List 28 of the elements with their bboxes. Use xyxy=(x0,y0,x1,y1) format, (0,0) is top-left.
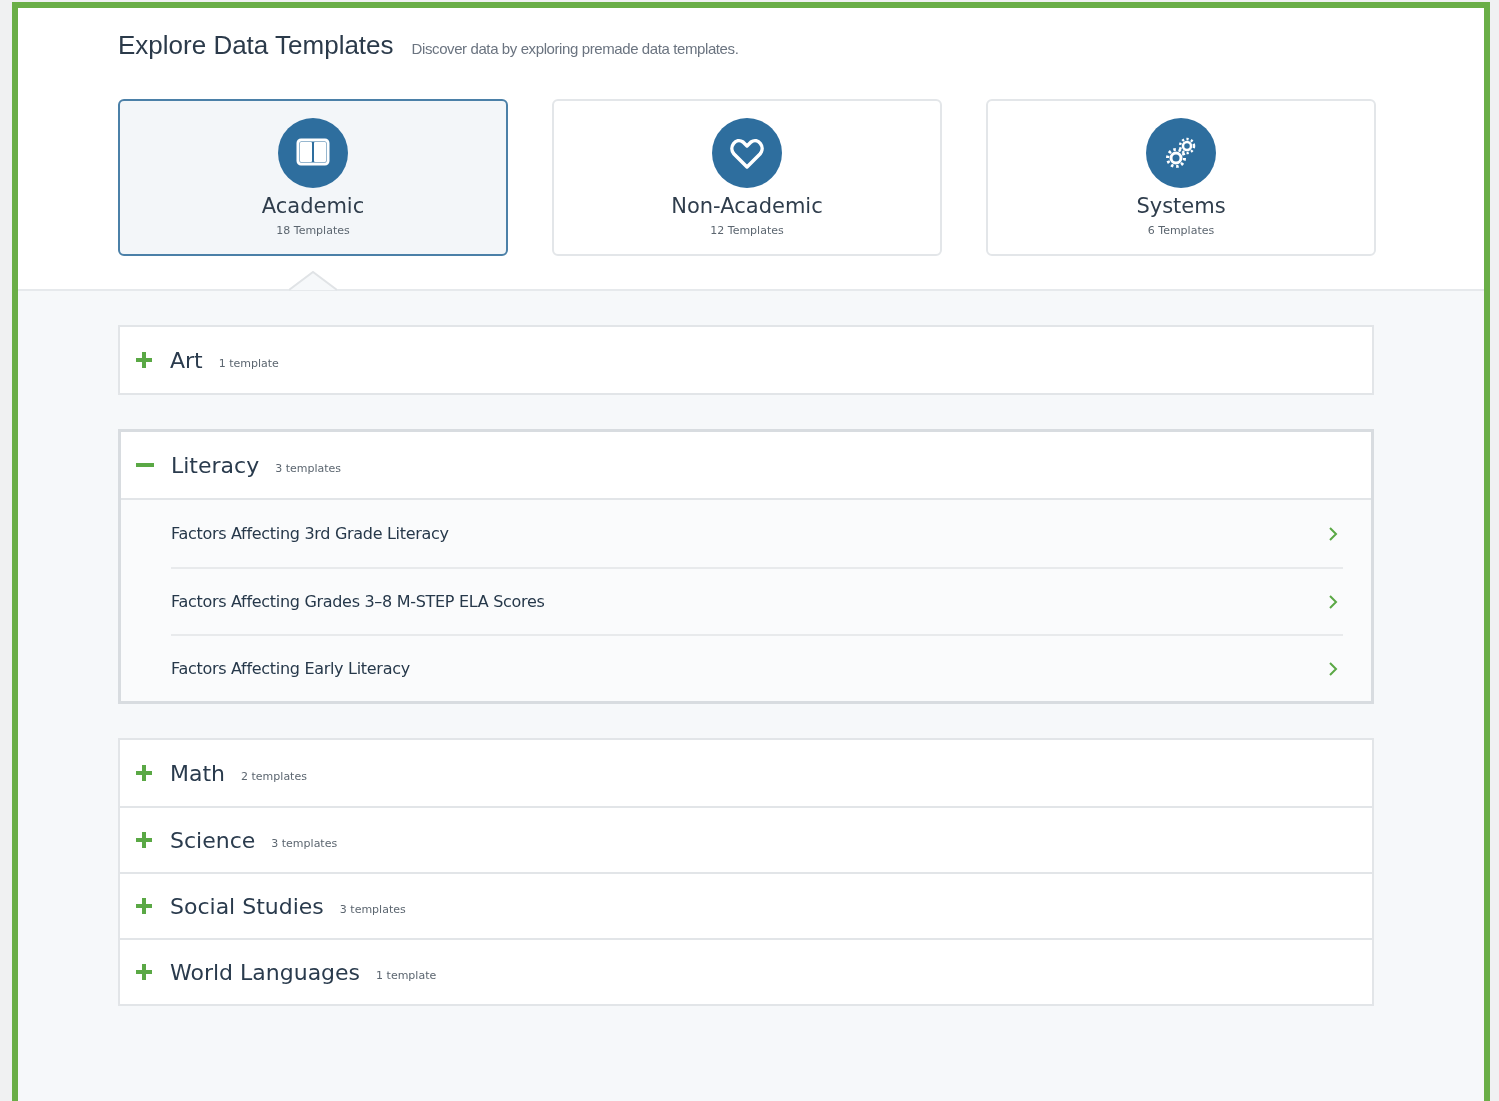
minus-icon xyxy=(136,463,154,467)
plus-icon xyxy=(134,350,154,370)
template-count: 1 template xyxy=(376,968,437,982)
book-icon xyxy=(278,118,348,188)
template-count: 3 templates xyxy=(275,461,342,475)
template-count: 3 templates xyxy=(271,836,338,850)
plus-icon xyxy=(134,962,154,982)
page-subtitle: Discover data by exploring premade data templates. xyxy=(411,40,739,57)
template-link[interactable]: Factors Affecting Early Literacy xyxy=(171,634,1343,701)
template-link[interactable]: Factors Affecting 3rd Grade Literacy xyxy=(171,500,1343,567)
category-name: Social Studies xyxy=(170,893,324,919)
category-name: Math xyxy=(170,760,226,786)
page-title: Explore Data Templates xyxy=(118,30,394,61)
plus-icon xyxy=(134,830,154,850)
category-card[interactable]: Non-Academic 12 Templates xyxy=(552,99,942,256)
category-name: Literacy xyxy=(171,452,260,478)
category-card[interactable]: Systems 6 Templates xyxy=(986,99,1376,256)
category-name: Science xyxy=(170,827,256,853)
template-count: 2 templates xyxy=(241,769,307,783)
template-count: 1 template xyxy=(218,356,279,370)
template-link[interactable]: Factors Affecting Grades 3–8 M-STEP ELA Scores xyxy=(171,567,1343,634)
plus-icon xyxy=(134,763,154,783)
category-name: World Languages xyxy=(170,959,361,985)
category-card[interactable]: Academic 18 Templates xyxy=(118,99,508,256)
plus-icon xyxy=(134,896,154,916)
template-count: 3 templates xyxy=(339,902,406,916)
category-name: Art xyxy=(170,347,203,373)
gears-icon xyxy=(1146,118,1216,188)
